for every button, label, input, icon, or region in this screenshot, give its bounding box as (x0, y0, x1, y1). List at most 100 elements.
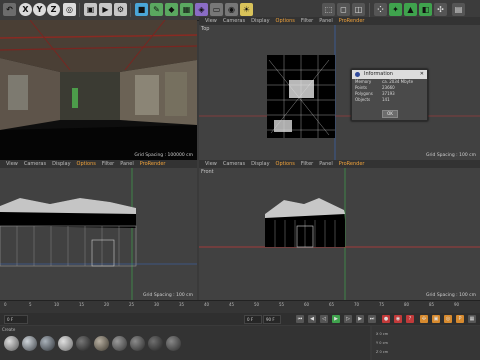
z-axis-button[interactable]: Z (47, 3, 60, 16)
autokey-icon[interactable]: ◉ (394, 315, 402, 323)
material-swatch[interactable] (40, 336, 55, 351)
front-grid-spacing: Grid Spacing : 100 cm (425, 293, 476, 298)
right-viewport-menu: View Cameras Display Options Filter Panel ProR… (0, 160, 197, 168)
workplane-icon[interactable]: ▲ (404, 3, 417, 16)
next-key-icon[interactable]: ▶ (356, 315, 364, 323)
material-menu-create[interactable]: Create (2, 327, 15, 332)
points-mode-icon[interactable]: ⁘ (374, 3, 387, 16)
goto-start-icon[interactable]: ⏮ (296, 315, 304, 323)
menu-prorender[interactable]: ProRender (339, 18, 365, 24)
menu-display[interactable]: Display (251, 161, 269, 167)
ok-button[interactable]: OK (382, 110, 398, 118)
cube-icon[interactable]: ■ (135, 3, 148, 16)
coord-value[interactable]: 0 cm (379, 341, 388, 345)
snap-icon[interactable]: ✦ (389, 3, 402, 16)
menu-panel[interactable]: Panel (319, 161, 333, 167)
end-frame-field[interactable]: 90 F (263, 315, 281, 324)
toolbar-divider (79, 3, 80, 17)
menu-options[interactable]: Options (276, 161, 295, 167)
menu-options[interactable]: Options (276, 18, 295, 24)
material-swatch[interactable] (166, 336, 181, 351)
y-axis-button[interactable]: Y (33, 3, 46, 16)
menu-prorender[interactable]: ProRender (140, 161, 166, 167)
light-icon[interactable]: ☀ (240, 3, 253, 16)
menu-view[interactable]: View (205, 161, 217, 167)
menu-cameras[interactable]: Cameras (223, 18, 245, 24)
info-label: Objects (355, 97, 371, 102)
menu-panel[interactable]: Panel (319, 18, 333, 24)
timeline-tick: 20 (104, 302, 110, 307)
menu-view[interactable]: View (205, 18, 217, 24)
menu-cameras[interactable]: Cameras (223, 161, 245, 167)
menu-display[interactable]: Display (251, 18, 269, 24)
menu-display[interactable]: Display (52, 161, 70, 167)
menu-options[interactable]: Options (77, 161, 96, 167)
subdivision-icon[interactable]: ◆ (165, 3, 178, 16)
menu-view[interactable]: View (6, 161, 18, 167)
timeline-ruler[interactable]: 0 5 10 15 20 25 30 35 40 45 50 55 60 65 … (0, 300, 480, 313)
material-swatch[interactable] (4, 336, 19, 351)
camera-icon[interactable]: ◉ (225, 3, 238, 16)
material-swatch[interactable] (22, 336, 37, 351)
parameter-key-icon[interactable]: P (456, 315, 464, 323)
menu-prorender[interactable]: ProRender (339, 161, 365, 167)
material-swatch[interactable] (58, 336, 73, 351)
model-mode-icon[interactable]: ◻ (337, 3, 350, 16)
timeline-tick: 35 (179, 302, 185, 307)
floor-icon[interactable]: ▭ (210, 3, 223, 16)
info-label: Memory (355, 79, 372, 84)
play-icon[interactable]: ▶ (332, 315, 340, 323)
top-viewport[interactable]: View Cameras Display Options Filter Panel ProR… (199, 17, 480, 160)
menu-cameras[interactable]: Cameras (24, 161, 46, 167)
coord-value[interactable]: 0 cm (380, 350, 389, 354)
world-icon[interactable]: ◎ (63, 3, 76, 16)
perspective-viewport[interactable]: Grid Spacing : 100000 cm (0, 20, 197, 160)
scale-key-icon[interactable]: ▣ (432, 315, 440, 323)
menu-filter[interactable]: Filter (301, 18, 313, 24)
texture-mode-icon[interactable]: ◫ (352, 3, 365, 16)
array-icon[interactable]: ▦ (180, 3, 193, 16)
axis-icon[interactable]: ✣ (434, 3, 447, 16)
timeline-tick: 60 (304, 302, 310, 307)
undo-icon[interactable]: ↶ (3, 3, 16, 16)
layout-icon[interactable]: ▤ (452, 3, 465, 16)
material-swatch[interactable] (94, 336, 109, 351)
coord-row: X 0 cm (376, 332, 388, 336)
polygons-mode-icon[interactable]: ◧ (419, 3, 432, 16)
render-view-icon[interactable]: ▣ (84, 3, 97, 16)
material-swatch[interactable] (112, 336, 127, 351)
right-viewport[interactable]: View Cameras Display Options Filter Panel ProR… (0, 160, 197, 300)
record-icon[interactable]: ● (382, 315, 390, 323)
coord-value[interactable]: 0 cm (380, 332, 389, 336)
current-frame-field[interactable]: 0 F (244, 315, 262, 324)
prev-frame-icon[interactable]: ◁ (320, 315, 328, 323)
render-picture-icon[interactable]: ▶ (99, 3, 112, 16)
start-frame-field[interactable]: 0 F (4, 315, 28, 324)
pen-icon[interactable]: ✎ (150, 3, 163, 16)
menu-filter[interactable]: Filter (102, 161, 114, 167)
timeline-tick: 70 (354, 302, 360, 307)
coord-label: Z (376, 350, 379, 354)
next-frame-icon[interactable]: ▷ (344, 315, 352, 323)
menu-panel[interactable]: Panel (120, 161, 134, 167)
render-settings-icon[interactable]: ⚙ (114, 3, 127, 16)
position-key-icon[interactable]: ✣ (420, 315, 428, 323)
x-axis-button[interactable]: X (19, 3, 32, 16)
prev-key-icon[interactable]: ◀ (308, 315, 316, 323)
goto-end-icon[interactable]: ⏭ (368, 315, 376, 323)
dialog-title: Information (364, 71, 393, 77)
cinema4d-logo-icon (355, 72, 360, 77)
deformer-icon[interactable]: ◈ (195, 3, 208, 16)
front-viewport[interactable]: View Cameras Display Options Filter Panel ProR… (199, 160, 480, 300)
info-value: 141 (382, 97, 390, 102)
front-viewport-menu: View Cameras Display Options Filter Panel ProR… (199, 160, 480, 168)
rotation-key-icon[interactable]: ◎ (444, 315, 452, 323)
material-swatch[interactable] (148, 336, 163, 351)
make-editable-icon[interactable]: ⬚ (322, 3, 335, 16)
keyframe-selection-icon[interactable]: ? (406, 315, 414, 323)
material-swatch[interactable] (76, 336, 91, 351)
close-icon[interactable]: ✕ (420, 70, 424, 79)
menu-filter[interactable]: Filter (301, 161, 313, 167)
material-swatch[interactable] (130, 336, 145, 351)
grid-key-icon[interactable]: ▦ (468, 315, 476, 323)
